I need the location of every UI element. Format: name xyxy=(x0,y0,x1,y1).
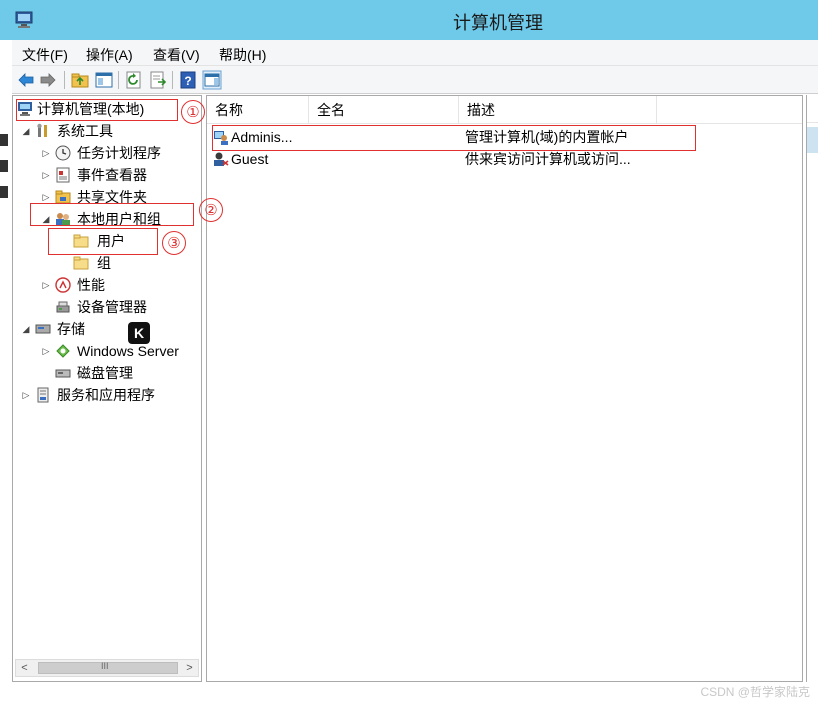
computer-management-icon xyxy=(18,102,32,116)
column-name[interactable]: 名称 xyxy=(207,96,309,124)
event-viewer-icon xyxy=(56,167,70,183)
desktop-edge xyxy=(0,40,12,704)
svg-text:?: ? xyxy=(184,74,191,88)
tree-item-label: 磁盘管理 xyxy=(77,365,133,381)
menu-file[interactable]: 文件(F) xyxy=(22,45,68,65)
column-fullname[interactable]: 全名 xyxy=(309,96,459,124)
scroll-left-icon[interactable]: < xyxy=(16,660,33,676)
show-hide-action-pane-icon[interactable] xyxy=(202,70,222,90)
forward-arrow-icon[interactable] xyxy=(38,70,58,90)
tree-item-label: 系统工具 xyxy=(57,123,113,139)
table-row[interactable]: Adminis... 管理计算机(域)的内置帐户 xyxy=(207,126,802,148)
tree-item-label: Windows Server xyxy=(77,343,179,359)
users-group-icon xyxy=(56,213,70,226)
tree-item-label: 存储 xyxy=(57,321,85,337)
menu-bar: 文件(F) 操作(A) 查看(V) 帮助(H) xyxy=(12,40,818,66)
services-icon xyxy=(37,387,49,403)
user-account-icon xyxy=(214,152,229,166)
collapsed-arrow-icon[interactable]: ▷ xyxy=(21,384,31,406)
user-name: Adminis... xyxy=(231,129,293,145)
collapsed-arrow-icon[interactable]: ▷ xyxy=(41,274,51,296)
collapsed-arrow-icon[interactable]: ▷ xyxy=(41,164,51,186)
user-list-pane[interactable]: 名称 全名 描述 Adminis... 管理计算机(域)的内置帐户 Guest … xyxy=(206,95,803,682)
scroll-right-icon[interactable]: > xyxy=(181,660,198,676)
shared-folder-icon xyxy=(55,190,71,204)
toolbar-separator xyxy=(118,71,119,89)
floating-app-badge[interactable]: K xyxy=(128,322,150,344)
annotation-marker: ① xyxy=(181,100,205,124)
menu-view[interactable]: 查看(V) xyxy=(153,45,200,65)
tree-item-label: 服务和应用程序 xyxy=(57,387,155,403)
tree-item-label: 本地用户和组 xyxy=(77,211,161,227)
action-pane[interactable] xyxy=(806,95,818,682)
desktop-glyph xyxy=(0,186,8,198)
expanded-arrow-icon[interactable]: ◢ xyxy=(21,318,31,340)
tools-icon xyxy=(37,123,47,137)
tree-item-label: 设备管理器 xyxy=(77,299,147,315)
user-account-icon xyxy=(214,131,228,145)
tree-item-label: 计算机管理(本地) xyxy=(37,101,145,117)
desktop-glyph xyxy=(0,160,8,172)
user-description: 管理计算机(域)的内置帐户 xyxy=(465,129,629,145)
device-manager-icon xyxy=(56,301,70,313)
tree-horizontal-scrollbar[interactable]: < III > xyxy=(15,659,199,677)
annotation-marker: ③ xyxy=(162,231,186,255)
back-arrow-icon[interactable] xyxy=(16,70,36,90)
refresh-icon[interactable] xyxy=(124,70,144,90)
menu-action[interactable]: 操作(A) xyxy=(86,45,133,65)
tree-item-label: 组 xyxy=(97,255,111,271)
collapsed-arrow-icon[interactable]: ▷ xyxy=(41,142,51,164)
tree-item-label: 性能 xyxy=(77,277,105,293)
tree-item-label: 共享文件夹 xyxy=(77,189,147,205)
toolbar-separator xyxy=(64,71,65,89)
column-header: 名称 全名 描述 xyxy=(207,96,802,124)
toolbar: ? xyxy=(12,66,818,94)
tree-item-label: 事件查看器 xyxy=(77,167,147,183)
performance-icon xyxy=(55,277,71,293)
table-row[interactable]: Guest 供来宾访问计算机或访问... xyxy=(207,148,802,170)
expanded-arrow-icon[interactable]: ◢ xyxy=(41,208,51,230)
disk-icon xyxy=(55,369,71,378)
watermark: CSDN @哲学家陆克 xyxy=(700,685,810,699)
action-pane-selection[interactable] xyxy=(807,127,818,153)
menu-help[interactable]: 帮助(H) xyxy=(219,45,266,65)
user-name: Guest xyxy=(231,151,269,167)
collapsed-arrow-icon[interactable]: ▷ xyxy=(41,340,51,362)
desktop-glyph xyxy=(0,134,8,146)
scrollbar-thumb[interactable]: III xyxy=(38,661,178,674)
tree-item-label: 用户 xyxy=(97,233,125,249)
user-description: 供来宾访问计算机或访问... xyxy=(465,151,631,167)
help-icon[interactable]: ? xyxy=(178,70,198,90)
column-description[interactable]: 描述 xyxy=(459,96,657,124)
storage-icon xyxy=(35,324,51,334)
up-folder-icon[interactable] xyxy=(70,70,90,90)
folder-icon xyxy=(73,234,89,248)
navigation-tree[interactable]: 计算机管理(本地) ◢ 系统工具 ▷ 任务计划程序 ▷ 事件查看器 ▷ 共享文件… xyxy=(12,95,202,682)
toolbar-separator xyxy=(172,71,173,89)
window-title: 计算机管理 xyxy=(453,13,543,33)
expanded-arrow-icon[interactable]: ◢ xyxy=(21,120,31,142)
title-bar: 计算机管理 xyxy=(0,0,818,40)
windows-server-backup-icon xyxy=(56,344,70,358)
show-hide-tree-icon[interactable] xyxy=(94,70,114,90)
export-list-icon[interactable] xyxy=(148,70,168,90)
tree-item-label: 任务计划程序 xyxy=(77,145,161,161)
clock-icon xyxy=(55,145,71,161)
scrollbar-grip: III xyxy=(101,661,109,671)
annotation-marker: ② xyxy=(199,198,223,222)
folder-icon xyxy=(73,256,89,270)
collapsed-arrow-icon[interactable]: ▷ xyxy=(41,186,51,208)
action-pane-header xyxy=(807,95,818,123)
